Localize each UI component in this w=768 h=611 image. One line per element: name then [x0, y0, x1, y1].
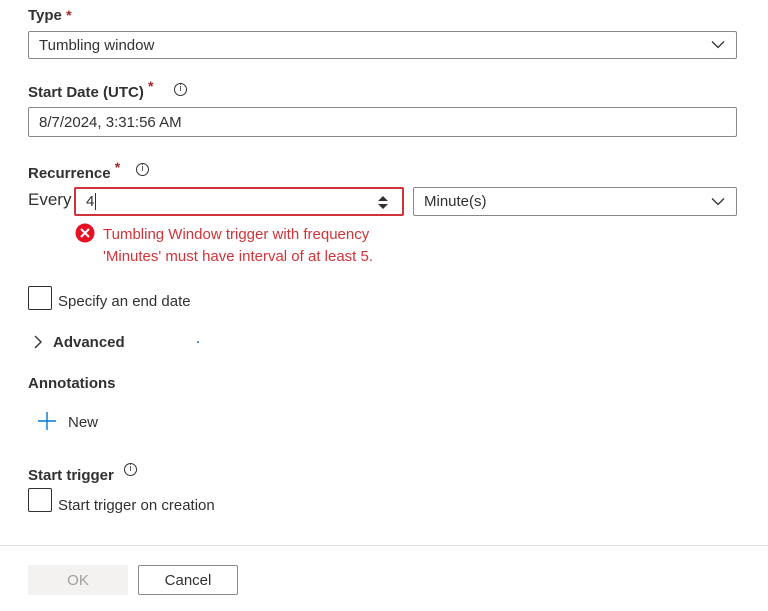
- ok-button[interactable]: OK: [28, 565, 128, 595]
- required-marker: *: [148, 78, 154, 94]
- unit-dropdown-value: Minute(s): [424, 193, 487, 210]
- type-dropdown[interactable]: Tumbling window: [28, 31, 737, 59]
- end-date-label: Specify an end date: [58, 293, 191, 310]
- recurrence-label: Recurrence *: [28, 159, 121, 182]
- start-date-label: Start Date (UTC) *: [28, 78, 154, 101]
- error-icon: [75, 223, 95, 243]
- info-icon[interactable]: i: [174, 83, 187, 96]
- interval-spin-input[interactable]: 4: [74, 187, 404, 216]
- every-label: Every: [28, 190, 72, 209]
- required-marker: *: [66, 7, 72, 23]
- required-marker: *: [114, 159, 121, 175]
- end-date-checkbox[interactable]: [28, 286, 52, 310]
- start-date-input[interactable]: 8/7/2024, 3:31:56 AM: [28, 107, 737, 137]
- start-trigger-checkbox[interactable]: [28, 488, 52, 512]
- info-icon[interactable]: i: [136, 163, 149, 176]
- type-dropdown-value: Tumbling window: [39, 36, 155, 54]
- cancel-button[interactable]: Cancel: [138, 565, 238, 595]
- chevron-down-icon: [711, 197, 725, 205]
- new-annotation-button[interactable]: New: [68, 414, 98, 431]
- decorative-dot: [197, 341, 199, 343]
- error-message-line1: Tumbling Window trigger with frequency: [103, 226, 370, 243]
- text-cursor: [95, 193, 97, 210]
- footer-divider: [0, 545, 768, 546]
- type-label: Type *: [28, 7, 72, 24]
- start-date-value: 8/7/2024, 3:31:56 AM: [39, 113, 182, 131]
- chevron-right-icon[interactable]: [34, 335, 43, 349]
- unit-dropdown[interactable]: Minute(s): [413, 187, 737, 216]
- interval-value: 4: [86, 193, 95, 210]
- annotations-label: Annotations: [28, 375, 116, 392]
- spin-arrows-icon[interactable]: [377, 195, 389, 210]
- advanced-toggle[interactable]: Advanced: [53, 334, 125, 351]
- plus-icon[interactable]: [38, 412, 56, 430]
- start-trigger-label: Start trigger: [28, 467, 114, 484]
- chevron-down-icon: [711, 41, 725, 49]
- error-message-line2: 'Minutes' must have interval of at least…: [103, 248, 374, 265]
- start-trigger-checkbox-label: Start trigger on creation: [58, 497, 215, 514]
- info-icon[interactable]: i: [124, 463, 137, 476]
